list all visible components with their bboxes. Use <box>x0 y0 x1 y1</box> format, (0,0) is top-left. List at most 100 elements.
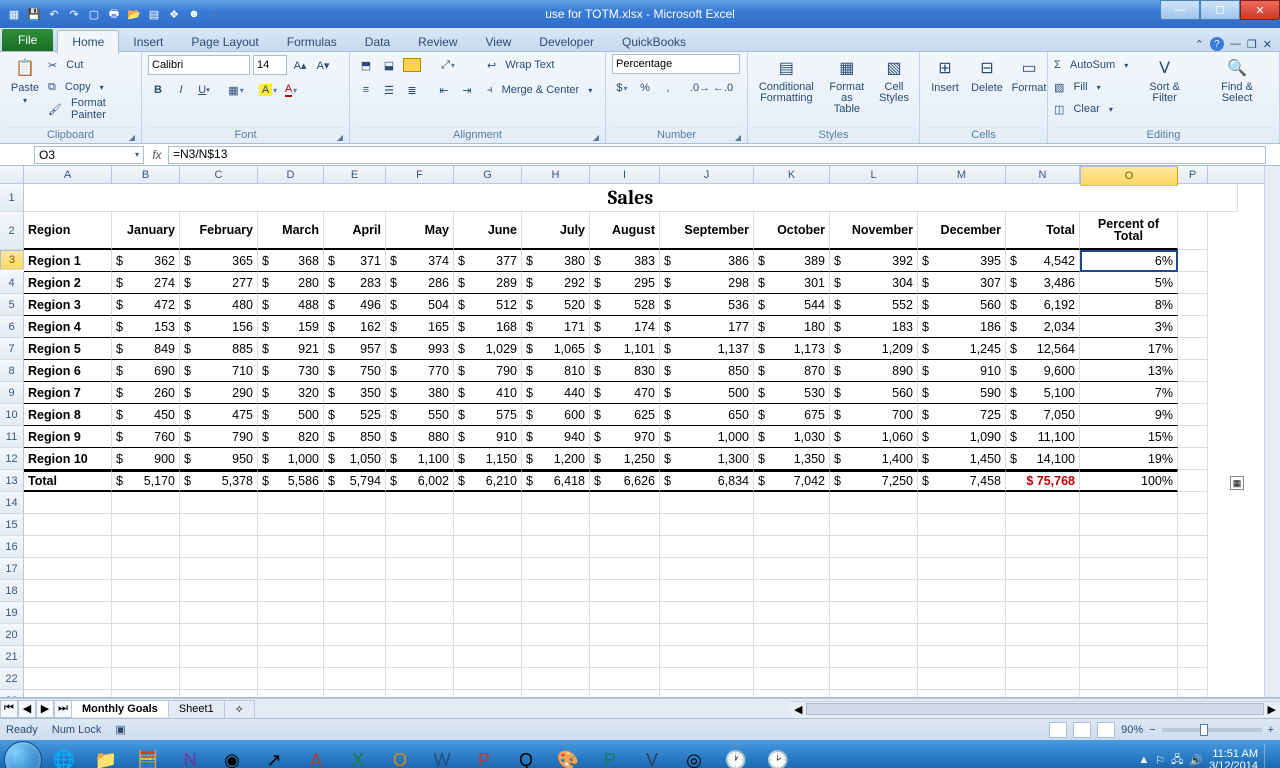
sort-filter-button[interactable]: ᐯSort & Filter <box>1132 54 1197 106</box>
cell[interactable] <box>180 646 258 668</box>
cell[interactable] <box>1178 250 1208 272</box>
cell[interactable]: $7,250 <box>830 470 918 492</box>
cell[interactable] <box>1178 624 1208 646</box>
cell[interactable]: $392 <box>830 250 918 272</box>
cell[interactable]: $790 <box>180 426 258 448</box>
ribbon-tab-view[interactable]: View <box>472 31 526 53</box>
cell[interactable]: $1,150 <box>454 448 522 470</box>
cell[interactable]: $957 <box>324 338 386 360</box>
cell[interactable]: $304 <box>830 272 918 294</box>
cell[interactable] <box>660 602 754 624</box>
cell[interactable] <box>830 624 918 646</box>
cell[interactable] <box>1178 580 1208 602</box>
sheet-title[interactable]: Sales <box>24 184 1238 212</box>
row-header[interactable]: 3 <box>0 250 24 270</box>
cell[interactable] <box>180 624 258 646</box>
clear-button[interactable]: ◫ Clear ▾ <box>1054 98 1128 120</box>
vertical-scrollbar[interactable] <box>1264 166 1280 697</box>
cell[interactable] <box>1006 668 1080 690</box>
cell[interactable] <box>1080 624 1178 646</box>
merge-center-button[interactable]: ⫞ Merge & Center ▾ <box>487 79 592 101</box>
cell[interactable]: $500 <box>660 382 754 404</box>
taskbar-app2-icon[interactable]: ↗ <box>254 744 294 768</box>
cell[interactable]: $1,100 <box>386 448 454 470</box>
cell[interactable] <box>522 492 590 514</box>
cell[interactable]: $320 <box>258 382 324 404</box>
cell[interactable]: $525 <box>324 404 386 426</box>
cell[interactable] <box>1006 536 1080 558</box>
cell[interactable] <box>180 536 258 558</box>
cell[interactable]: $395 <box>918 250 1006 272</box>
decrease-decimal-button[interactable]: ←.0 <box>713 78 733 98</box>
cell[interactable]: $374 <box>386 250 454 272</box>
cell[interactable]: June <box>454 212 522 250</box>
sheet-tab-active[interactable]: Monthly Goals <box>71 700 169 717</box>
cell[interactable]: $900 <box>112 448 180 470</box>
row-header[interactable]: 17 <box>0 558 24 580</box>
taskbar-outlook-icon[interactable]: O <box>380 744 420 768</box>
font-color-button[interactable]: A <box>281 80 301 100</box>
cell[interactable] <box>386 668 454 690</box>
cell[interactable]: July <box>522 212 590 250</box>
cell[interactable] <box>830 514 918 536</box>
cell[interactable]: 5% <box>1080 272 1178 294</box>
cell[interactable] <box>522 558 590 580</box>
cell[interactable] <box>1080 514 1178 536</box>
cell[interactable]: Region 6 <box>24 360 112 382</box>
cell[interactable] <box>180 602 258 624</box>
increase-decimal-button[interactable]: .0→ <box>690 78 710 98</box>
column-header[interactable]: J <box>660 166 754 183</box>
row-header[interactable]: 8 <box>0 360 24 382</box>
cell[interactable]: $180 <box>754 316 830 338</box>
cell[interactable]: Region 2 <box>24 272 112 294</box>
cell[interactable] <box>1178 294 1208 316</box>
cell[interactable] <box>918 492 1006 514</box>
new-icon[interactable]: ▢ <box>86 6 102 22</box>
cell[interactable]: $171 <box>522 316 590 338</box>
cell[interactable]: $7,458 <box>918 470 1006 492</box>
cell[interactable]: $820 <box>258 426 324 448</box>
cell[interactable]: $1,137 <box>660 338 754 360</box>
insert-cells-button[interactable]: ⊞Insert <box>926 54 964 96</box>
cell[interactable] <box>918 624 1006 646</box>
number-format-select[interactable] <box>612 54 740 74</box>
cell[interactable]: $575 <box>454 404 522 426</box>
row-header[interactable]: 7 <box>0 338 24 360</box>
cell[interactable]: $14,100 <box>1006 448 1080 470</box>
horizontal-scrollbar[interactable]: ◀▶ <box>790 701 1280 717</box>
cell[interactable]: $910 <box>918 360 1006 382</box>
cell[interactable] <box>112 602 180 624</box>
cell[interactable]: $1,209 <box>830 338 918 360</box>
cell[interactable]: $1,090 <box>918 426 1006 448</box>
open-icon[interactable]: 📂 <box>126 6 142 22</box>
ribbon-tab-developer[interactable]: Developer <box>525 31 608 53</box>
cell[interactable]: $5,378 <box>180 470 258 492</box>
cell[interactable]: 13% <box>1080 360 1178 382</box>
cell[interactable] <box>830 602 918 624</box>
cell[interactable]: September <box>660 212 754 250</box>
dialog-launcher-icon[interactable]: ◢ <box>337 133 343 142</box>
cell[interactable] <box>258 602 324 624</box>
cell[interactable]: $159 <box>258 316 324 338</box>
cell[interactable] <box>24 624 112 646</box>
cell[interactable] <box>454 668 522 690</box>
cell[interactable]: $1,400 <box>830 448 918 470</box>
taskbar-clock2-icon[interactable]: 🕑 <box>758 744 798 768</box>
row-header[interactable]: 15 <box>0 514 24 536</box>
cell[interactable]: $528 <box>590 294 660 316</box>
align-left-button[interactable]: ≡ <box>356 80 376 100</box>
cell[interactable] <box>660 668 754 690</box>
cell[interactable] <box>522 602 590 624</box>
row-header[interactable]: 18 <box>0 580 24 602</box>
cell[interactable]: $1,065 <box>522 338 590 360</box>
cell[interactable] <box>180 514 258 536</box>
cell[interactable] <box>1006 580 1080 602</box>
cell[interactable] <box>324 690 386 698</box>
cell[interactable] <box>258 536 324 558</box>
zoom-slider[interactable] <box>1162 728 1262 732</box>
cell[interactable]: $488 <box>258 294 324 316</box>
row-header[interactable]: 11 <box>0 426 24 448</box>
cell[interactable] <box>660 646 754 668</box>
cell[interactable] <box>660 536 754 558</box>
taskbar-publisher-icon[interactable]: P <box>590 744 630 768</box>
